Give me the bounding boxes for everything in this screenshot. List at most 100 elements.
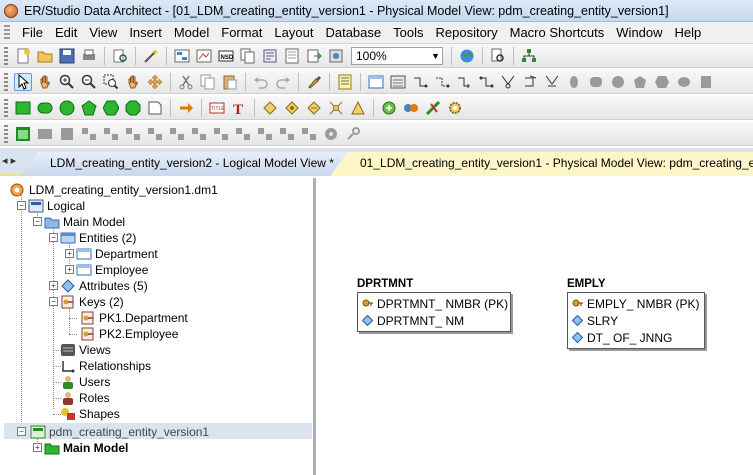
package-icon[interactable] bbox=[146, 125, 164, 143]
pentagon-gray-icon[interactable] bbox=[631, 73, 649, 91]
bar-gray-icon[interactable] bbox=[697, 73, 715, 91]
tree-node-employee[interactable]: Employee bbox=[76, 262, 148, 278]
materialized-view-icon[interactable] bbox=[212, 125, 230, 143]
settings-gear-icon[interactable] bbox=[446, 99, 464, 117]
paste-icon[interactable] bbox=[221, 73, 239, 91]
collapse-toggle-logical[interactable]: − bbox=[17, 201, 26, 210]
menu-format[interactable]: Format bbox=[215, 23, 268, 43]
tree-node-pk2[interactable]: PK2.Employee bbox=[80, 326, 178, 342]
entity-department[interactable]: DPRTMNT DPRTMNT_ NMBR (PK) DPRTMNT_ NM bbox=[357, 278, 511, 332]
sequence-icon[interactable] bbox=[168, 125, 186, 143]
document-shape-icon[interactable] bbox=[146, 99, 164, 117]
zoom-in-icon[interactable] bbox=[58, 73, 76, 91]
recursive-rel-icon[interactable] bbox=[521, 73, 539, 91]
tree-node-pdm-main-model[interactable]: Main Model bbox=[44, 440, 128, 456]
schema-icon[interactable] bbox=[300, 125, 318, 143]
attribute-row[interactable]: DPRTMNT_ NM bbox=[361, 312, 506, 329]
zoom-page-icon[interactable] bbox=[489, 47, 507, 65]
pan-hand-icon[interactable] bbox=[124, 73, 142, 91]
link-gray-icon[interactable] bbox=[344, 125, 362, 143]
layout-symmetric-icon[interactable] bbox=[349, 99, 367, 117]
zoom-select[interactable]: 100% ▼ bbox=[351, 46, 443, 65]
zoom-out-icon[interactable] bbox=[80, 73, 98, 91]
menu-insert[interactable]: Insert bbox=[123, 23, 168, 43]
align-network-icon[interactable] bbox=[261, 99, 279, 117]
subtype-icon[interactable] bbox=[499, 73, 517, 91]
trigger-icon[interactable] bbox=[80, 125, 98, 143]
zoom-area-icon[interactable] bbox=[102, 73, 120, 91]
hand-icon[interactable] bbox=[36, 73, 54, 91]
model-explorer-icon[interactable] bbox=[173, 47, 191, 65]
menu-database[interactable]: Database bbox=[319, 23, 387, 43]
model-wizard-icon[interactable] bbox=[380, 99, 398, 117]
node-icon[interactable] bbox=[256, 125, 274, 143]
tree-node-pk1[interactable]: PK1.Department bbox=[80, 310, 188, 326]
open-icon[interactable] bbox=[36, 47, 54, 65]
attribute-row[interactable]: EMPLY_ NMBR (PK) bbox=[572, 295, 700, 312]
view-icon[interactable] bbox=[58, 125, 76, 143]
tree-node-roles[interactable]: Roles bbox=[60, 390, 110, 406]
collapse-toggle-keys[interactable]: − bbox=[49, 297, 58, 306]
tree-node-attributes[interactable]: Attributes (5) bbox=[60, 278, 148, 294]
procedure-icon[interactable] bbox=[102, 125, 120, 143]
view-tool-icon[interactable] bbox=[389, 73, 407, 91]
subtype-cluster-icon[interactable] bbox=[543, 73, 561, 91]
tree-node-keys[interactable]: Keys (2) bbox=[60, 294, 124, 310]
function-icon[interactable] bbox=[124, 125, 142, 143]
globe-icon[interactable] bbox=[458, 47, 476, 65]
menu-file[interactable]: File bbox=[16, 23, 49, 43]
attribute-row[interactable]: SLRY bbox=[571, 312, 700, 329]
menu-window[interactable]: Window bbox=[610, 23, 668, 43]
arrow-line-icon[interactable] bbox=[177, 99, 195, 117]
oval-gray-icon[interactable] bbox=[565, 73, 583, 91]
tree-node-logical[interactable]: Logical bbox=[28, 198, 85, 214]
collapse-toggle-main-model[interactable]: − bbox=[33, 217, 42, 226]
cut-icon[interactable] bbox=[177, 73, 195, 91]
gear-gray-icon[interactable] bbox=[322, 125, 340, 143]
hexagon-gray-icon[interactable] bbox=[653, 73, 671, 91]
rel-nonspecific-icon[interactable] bbox=[477, 73, 495, 91]
menu-macro-shortcuts[interactable]: Macro Shortcuts bbox=[504, 23, 611, 43]
format-icon[interactable] bbox=[261, 47, 279, 65]
tree-node-relationships[interactable]: Relationships bbox=[60, 358, 151, 374]
menu-model[interactable]: Model bbox=[168, 23, 215, 43]
table-tool-icon[interactable] bbox=[14, 125, 32, 143]
diagram-icon[interactable] bbox=[195, 47, 213, 65]
collapse-toggle-entities[interactable]: − bbox=[49, 233, 58, 242]
menu-help[interactable]: Help bbox=[669, 23, 708, 43]
text-tool-icon[interactable]: T bbox=[230, 99, 248, 117]
circle-gray-icon[interactable] bbox=[609, 73, 627, 91]
menu-layout[interactable]: Layout bbox=[268, 23, 319, 43]
menu-tools[interactable]: Tools bbox=[387, 23, 429, 43]
layout-network-icon[interactable] bbox=[520, 47, 538, 65]
ellipse-gray-icon[interactable] bbox=[675, 73, 693, 91]
tab-logical-model-view[interactable]: LDM_creating_entity_version2 - Logical M… bbox=[20, 152, 350, 176]
generate-icon[interactable] bbox=[327, 47, 345, 65]
validate-model-icon[interactable] bbox=[424, 99, 442, 117]
title-block-icon[interactable]: TITLE bbox=[208, 99, 226, 117]
new-icon[interactable] bbox=[14, 47, 32, 65]
menu-repository[interactable]: Repository bbox=[429, 23, 503, 43]
octagon-shape-icon[interactable] bbox=[124, 99, 142, 117]
rectangle-shape-icon[interactable] bbox=[14, 99, 32, 117]
entity-employee[interactable]: EMPLY EMPLY_ NMBR (PK) SLRY DT_ OF_ JNNG bbox=[567, 278, 705, 349]
tab-scroll-arrows[interactable]: ◂ ▸ bbox=[2, 154, 16, 167]
layout-hierarchy-icon[interactable] bbox=[305, 99, 323, 117]
layout-orthogonal-icon[interactable] bbox=[327, 99, 345, 117]
rel-nonidentifying-icon[interactable] bbox=[433, 73, 451, 91]
hexagon-shape-icon[interactable] bbox=[102, 99, 120, 117]
menu-edit[interactable]: Edit bbox=[49, 23, 83, 43]
tablespace-icon[interactable] bbox=[234, 125, 252, 143]
expand-toggle-pdm-main-model[interactable]: + bbox=[33, 443, 42, 452]
attribute-row[interactable]: DPRTMNT_ NMBR (PK) bbox=[362, 295, 508, 312]
export-icon[interactable] bbox=[305, 47, 323, 65]
report-icon[interactable] bbox=[283, 47, 301, 65]
find-icon[interactable] bbox=[111, 47, 129, 65]
entity-tool-icon[interactable] bbox=[367, 73, 385, 91]
collapse-toggle-pdm[interactable]: − bbox=[17, 427, 26, 436]
database-object-icon[interactable] bbox=[278, 125, 296, 143]
tree-node-views[interactable]: Views bbox=[60, 342, 111, 358]
synonym-icon[interactable] bbox=[190, 125, 208, 143]
tree-node-users[interactable]: Users bbox=[60, 374, 110, 390]
circle-shape-icon[interactable] bbox=[58, 99, 76, 117]
